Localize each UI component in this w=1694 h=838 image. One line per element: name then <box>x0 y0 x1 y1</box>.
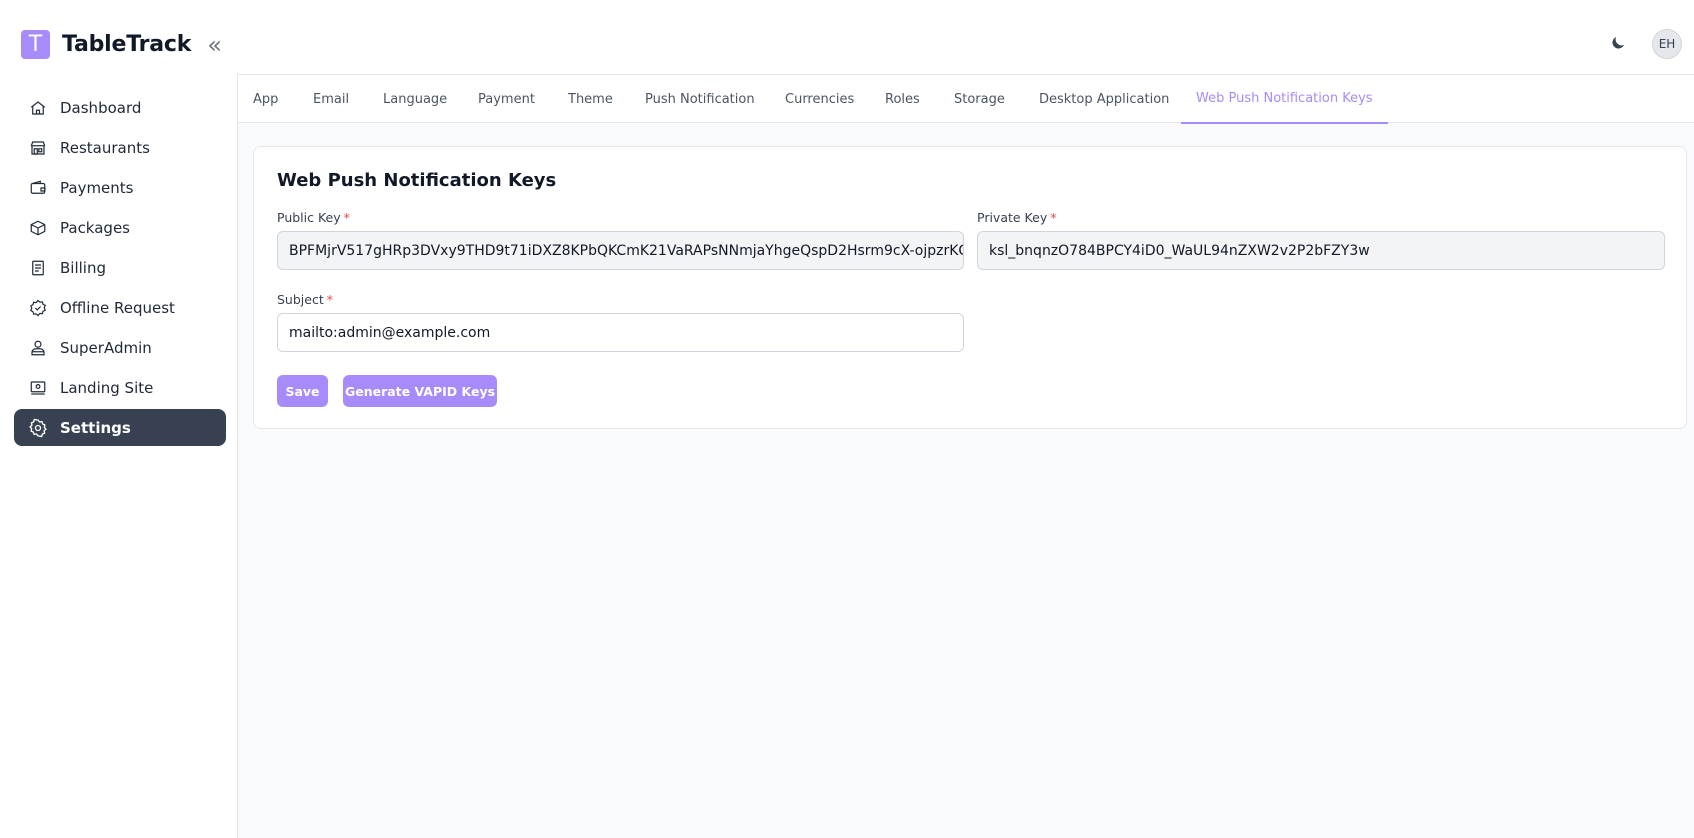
vapid-keys-card: Web Push Notification Keys Public Key * B… <box>253 146 1687 429</box>
public-key-label: Public Key * <box>277 210 350 225</box>
save-button[interactable]: Save <box>277 375 328 407</box>
subject-label-text: Subject <box>277 292 324 307</box>
sidebar-item-landing-site[interactable]: Landing Site <box>14 369 226 406</box>
sidebar-item-dashboard[interactable]: Dashboard <box>14 89 226 126</box>
sidebar-item-label: Offline Request <box>60 298 175 317</box>
store-icon <box>28 138 48 158</box>
sidebar-item-label: Packages <box>60 218 130 237</box>
gear-icon <box>28 418 48 438</box>
sidebar-item-label: Landing Site <box>60 378 154 397</box>
box-icon <box>28 218 48 238</box>
receipt-icon <box>28 258 48 278</box>
tab-app[interactable]: App <box>253 75 278 124</box>
private-key-field[interactable]: ksl_bnqnzO784BPCY4iD0_WaUL94nZXW2v2P2bFZ… <box>977 231 1665 270</box>
sidebar-item-superadmin[interactable]: SuperAdmin <box>14 329 226 366</box>
tab-language[interactable]: Language <box>383 75 447 124</box>
sidebar-item-payments[interactable]: Payments <box>14 169 226 206</box>
sidebar-item-label: Restaurants <box>60 138 150 157</box>
sidebar-item-label: Billing <box>60 258 106 277</box>
sidebar-item-offline-request[interactable]: Offline Request <box>14 289 226 326</box>
generate-vapid-keys-button[interactable]: Generate VAPID Keys <box>343 375 497 407</box>
home-icon <box>28 98 48 118</box>
card-title: Web Push Notification Keys <box>277 170 557 191</box>
public-key-field[interactable]: BPFMjrV517gHRp3DVxy9THD9t71iDXZ8KPbQKCmK… <box>277 231 964 270</box>
sidebar-item-billing[interactable]: Billing <box>14 249 226 286</box>
sidebar: Dashboard Restaurants Payments Packages … <box>7 74 238 838</box>
required-mark: * <box>1050 210 1057 225</box>
tab-roles[interactable]: Roles <box>885 75 920 124</box>
app-logo: T <box>21 30 50 59</box>
private-key-label-text: Private Key <box>977 210 1048 225</box>
sidebar-item-settings[interactable]: Settings <box>14 409 226 446</box>
badge-check-icon <box>28 298 48 318</box>
tab-payment[interactable]: Payment <box>478 75 535 124</box>
tab-email[interactable]: Email <box>313 75 349 124</box>
collapse-sidebar-icon[interactable]: « <box>207 33 222 57</box>
tab-currencies[interactable]: Currencies <box>785 75 854 124</box>
sidebar-item-label: Payments <box>60 178 134 197</box>
main-content: App Email Language Payment Theme Push No… <box>238 74 1694 838</box>
subject-label: Subject * <box>277 292 333 307</box>
tab-push-notification[interactable]: Push Notification <box>645 75 755 124</box>
subject-field[interactable]: mailto:admin@example.com <box>277 313 964 352</box>
top-bar: T TableTrack « EH <box>0 0 1694 74</box>
moon-icon[interactable] <box>1609 34 1627 52</box>
user-icon <box>28 338 48 358</box>
sidebar-item-label: SuperAdmin <box>60 338 152 357</box>
sidebar-item-restaurants[interactable]: Restaurants <box>14 129 226 166</box>
app-name: TableTrack <box>62 32 192 57</box>
required-mark: * <box>326 292 333 307</box>
private-key-label: Private Key * <box>977 210 1056 225</box>
sidebar-item-label: Settings <box>60 418 131 437</box>
sidebar-item-packages[interactable]: Packages <box>14 209 226 246</box>
wallet-icon <box>28 178 48 198</box>
tab-storage[interactable]: Storage <box>954 75 1005 124</box>
required-mark: * <box>343 210 350 225</box>
sidebar-item-label: Dashboard <box>60 98 142 117</box>
tab-desktop-application[interactable]: Desktop Application <box>1039 75 1169 124</box>
settings-tabs: App Email Language Payment Theme Push No… <box>238 74 1694 124</box>
brand: T TableTrack « <box>21 30 222 59</box>
public-key-label-text: Public Key <box>277 210 341 225</box>
tab-theme[interactable]: Theme <box>568 75 613 124</box>
user-avatar[interactable]: EH <box>1652 29 1682 59</box>
monitor-icon <box>28 378 48 398</box>
tab-web-push-notification-keys[interactable]: Web Push Notification Keys <box>1181 75 1388 124</box>
